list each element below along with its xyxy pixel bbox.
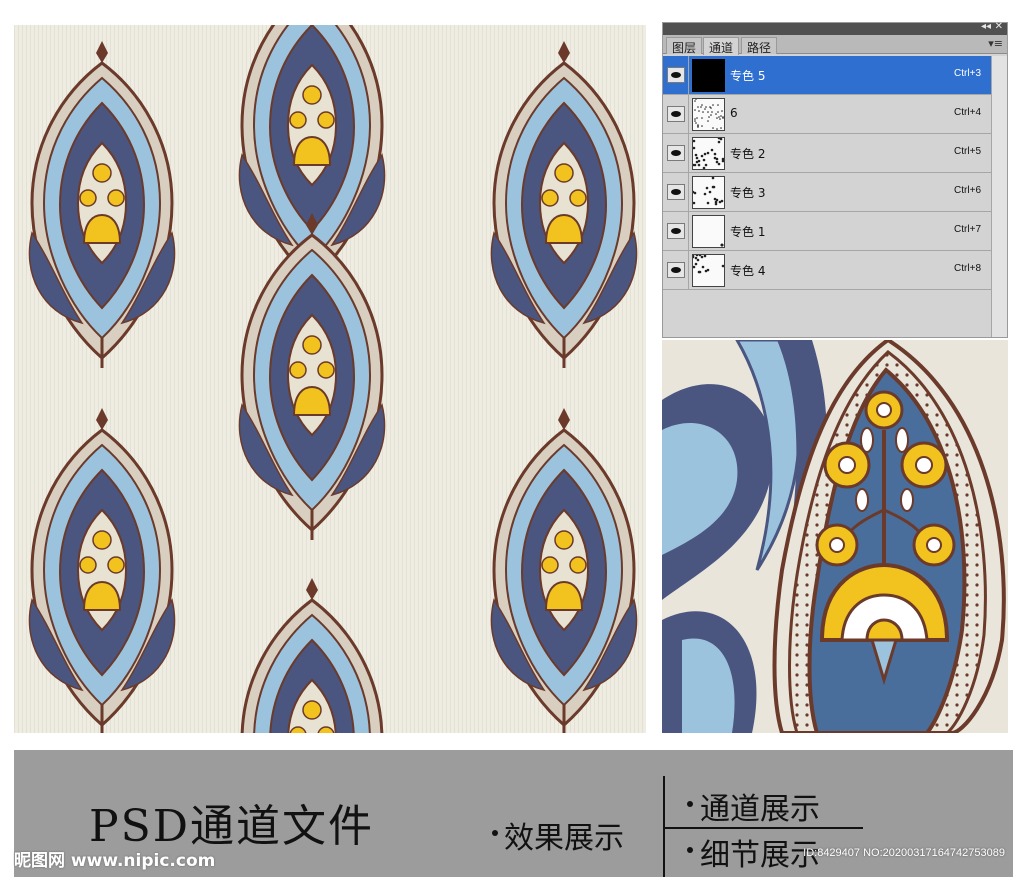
bullet-effect: 效果展示: [504, 821, 624, 856]
banner-title: PSD通道文件: [89, 801, 375, 852]
paisley-motif: [22, 33, 182, 377]
channel-thumbnail: [692, 137, 725, 170]
eye-visibility-icon[interactable]: [667, 67, 685, 83]
eye-separator: [688, 95, 689, 134]
paisley-motif: [22, 400, 182, 733]
eye-visibility-icon[interactable]: [667, 184, 685, 200]
eye-separator: [688, 251, 689, 290]
paisley-motif: [232, 205, 392, 549]
panel-titlebar: ◂◂ ✕: [663, 21, 1007, 35]
channel-row[interactable]: 专色 2 Ctrl+5: [663, 134, 991, 173]
channel-shortcut: Ctrl+7: [954, 224, 981, 235]
channel-name: 6: [730, 106, 738, 120]
channel-shortcut: Ctrl+3: [954, 68, 981, 79]
channel-thumbnail: [692, 254, 725, 287]
channel-shortcut: Ctrl+6: [954, 185, 981, 196]
tab-paths[interactable]: 路径: [741, 37, 778, 55]
channel-thumbnail: [692, 215, 725, 248]
bullet-dot-icon: [492, 830, 498, 836]
eye-visibility-icon[interactable]: [667, 106, 685, 122]
channel-name: 专色 4: [730, 264, 766, 278]
channel-row[interactable]: 6 Ctrl+4: [663, 95, 991, 134]
detail-motif: [662, 340, 1008, 733]
channel-row[interactable]: 专色 4 Ctrl+8: [663, 251, 991, 290]
bullet-dot-icon: [687, 801, 693, 807]
channel-shortcut: Ctrl+5: [954, 146, 981, 157]
bullet-detail: 细节展示: [700, 838, 820, 873]
eye-separator: [688, 56, 689, 95]
eye-separator: [688, 134, 689, 173]
channel-thumbnail: [692, 59, 725, 92]
detail-view: [662, 340, 1008, 733]
panel-tabs: 图层 通道 路径 ▾≡: [663, 35, 1007, 55]
channel-name: 专色 2: [730, 147, 766, 161]
site-watermark: 昵图网 www.nipic.com: [14, 851, 216, 871]
bullet-dot-icon: [687, 847, 693, 853]
eye-separator: [688, 173, 689, 212]
bullet-channels: 通道展示: [700, 792, 820, 827]
channel-name: 专色 3: [730, 186, 766, 200]
channel-shortcut: Ctrl+8: [954, 263, 981, 274]
eye-visibility-icon[interactable]: [667, 145, 685, 161]
paisley-motif: [484, 400, 644, 733]
channels-panel: ◂◂ ✕ 图层 通道 路径 ▾≡ 专色 5 Ctrl+3 6 Ctrl+4 专色 2 Ct…: [662, 21, 1008, 338]
channel-name: 专色 1: [730, 225, 766, 239]
panel-menu-icon[interactable]: ▾≡: [988, 37, 1003, 50]
tab-channels[interactable]: 通道: [703, 37, 740, 55]
paisley-motif: [484, 33, 644, 377]
channel-name: 专色 5: [730, 69, 766, 83]
scrollbar[interactable]: [991, 56, 1007, 337]
channel-row[interactable]: 专色 5 Ctrl+3: [663, 56, 991, 95]
channel-shortcut: Ctrl+4: [954, 107, 981, 118]
channel-thumbnail: [692, 98, 725, 131]
channel-thumbnail: [692, 176, 725, 209]
eye-separator: [688, 212, 689, 251]
panel-empty-area: [663, 292, 990, 337]
collapse-icon[interactable]: ◂◂: [981, 21, 991, 32]
id-watermark: ID:8429407 NO:20200317164742753089: [803, 847, 1005, 859]
channel-row[interactable]: 专色 3 Ctrl+6: [663, 173, 991, 212]
pattern-preview: [14, 25, 646, 733]
close-icon[interactable]: ✕: [995, 21, 1003, 32]
channel-row[interactable]: 专色 1 Ctrl+7: [663, 212, 991, 251]
tab-layers[interactable]: 图层: [666, 37, 703, 55]
eye-visibility-icon[interactable]: [667, 262, 685, 278]
eye-visibility-icon[interactable]: [667, 223, 685, 239]
paisley-motif: [232, 570, 392, 733]
